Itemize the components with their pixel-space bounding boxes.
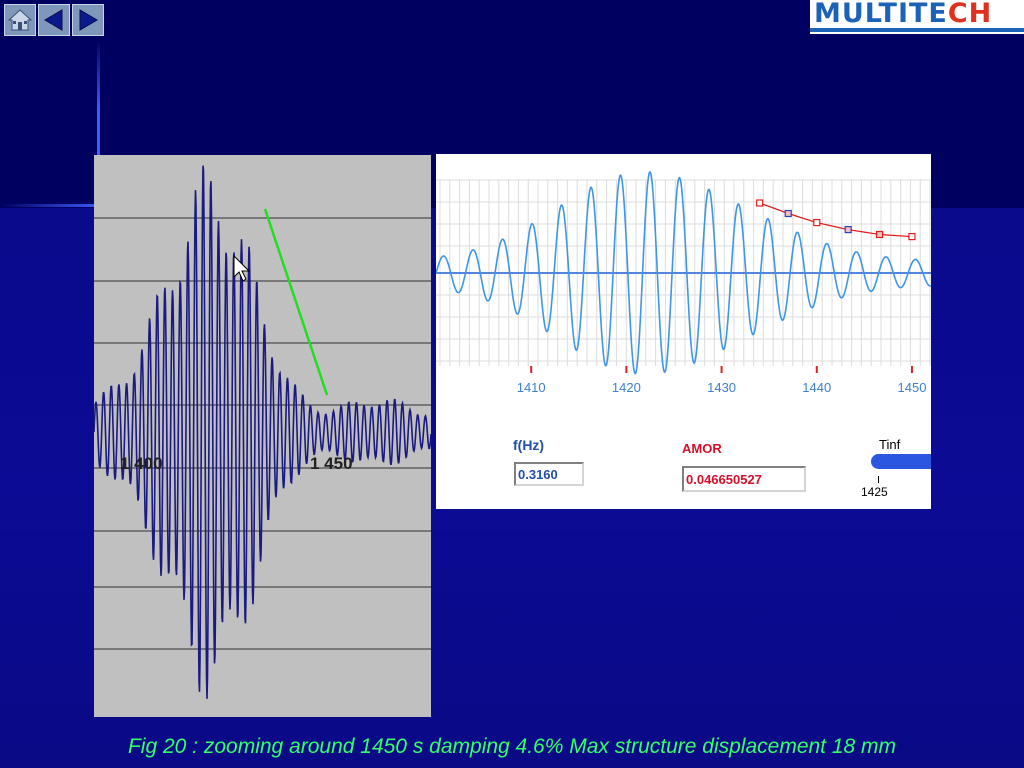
right-x-axis: 1410 1420 1430 1440 1450 (517, 366, 927, 395)
forward-button[interactable] (72, 4, 104, 36)
decorative-vertical-line (97, 40, 100, 155)
frequency-label: f(Hz) (513, 437, 545, 453)
logo-text-part2: CH (947, 0, 993, 29)
left-signal-plot: 1 400 1 450 (93, 165, 432, 699)
logo-text-part1: MULTITE (814, 0, 948, 29)
home-icon (7, 9, 33, 31)
tinf-slider[interactable] (871, 454, 931, 469)
triangle-left-icon (44, 9, 63, 31)
zoom-analysis-panel: 1410 1420 1430 1440 1450 f(Hz) 0.3160 AMOR 0… (436, 154, 931, 509)
logo-swoosh (810, 28, 1024, 32)
x-tick-label-1450: 1450 (898, 380, 927, 395)
decay-trend-line (263, 208, 329, 396)
envelope-point-1 (784, 209, 792, 218)
navigation-bar (4, 4, 104, 36)
envelope-point-3 (844, 225, 852, 234)
envelope-point-5 (908, 232, 916, 241)
left-tick-label-1450: 1 450 (310, 454, 353, 473)
x-tick-label-1420: 1420 (612, 380, 641, 395)
envelope-point-4 (875, 230, 884, 239)
damping-label: AMOR (682, 441, 722, 456)
envelope-point-2 (813, 218, 821, 227)
slider-tick-mark (878, 476, 879, 483)
x-tick-label-1440: 1440 (802, 380, 831, 395)
x-tick-label-1430: 1430 (707, 380, 736, 395)
left-tick-label-1400: 1 400 (120, 454, 163, 473)
envelope-point-0 (756, 199, 764, 207)
logo-wordmark: MULTITECH (814, 0, 992, 29)
left-signal-trace (93, 165, 432, 699)
decorative-horizontal-line (0, 204, 100, 207)
triangle-right-icon (79, 9, 98, 31)
tinf-label: Tinf (879, 437, 901, 452)
damping-field[interactable]: 0.046650527 (682, 466, 806, 492)
home-button[interactable] (4, 4, 36, 36)
back-button[interactable] (38, 4, 70, 36)
frequency-field[interactable]: 0.3160 (514, 462, 584, 486)
company-logo: MULTITECH (810, 0, 1024, 34)
left-signal-chart: 1 400 1 450 (93, 155, 432, 717)
zoom-signal-plot: 1410 1420 1430 1440 1450 (436, 170, 931, 395)
x-tick-label-1410: 1410 (517, 380, 546, 395)
figure-caption: Fig 20 : zooming around 1450 s damping 4… (127, 735, 897, 758)
slider-value-label: 1425 (861, 485, 888, 499)
